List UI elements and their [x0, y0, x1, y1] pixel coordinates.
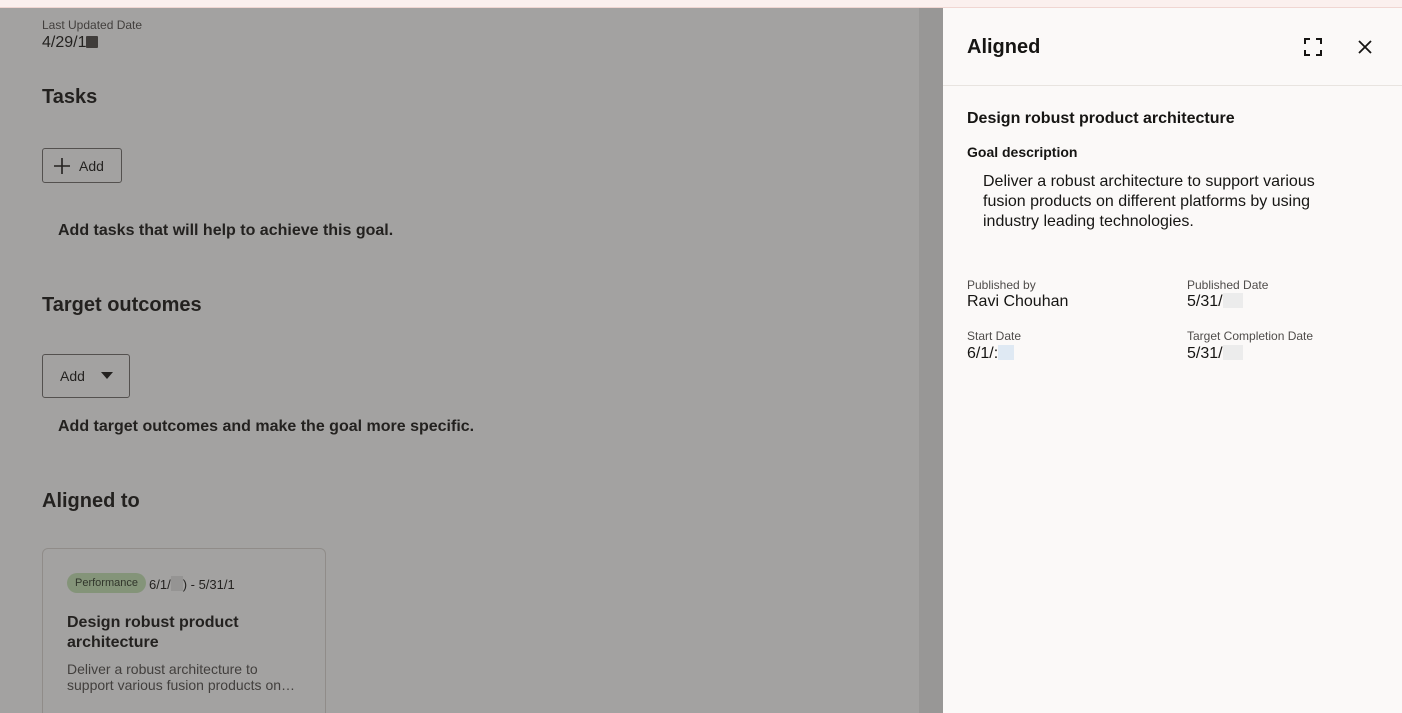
close-icon [1358, 40, 1372, 54]
published-date-label: Published Date [1187, 278, 1269, 292]
target-completion-date-label: Target Completion Date [1187, 329, 1314, 343]
published-by-label: Published by [967, 278, 1036, 292]
overlay-shadow [919, 8, 943, 713]
expand-icon [1304, 38, 1322, 56]
start-date-label: Start Date [967, 329, 1022, 343]
modal-overlay[interactable] [0, 8, 943, 713]
top-strip [0, 0, 1402, 8]
aligned-drawer: Aligned Design robust product architectu… [943, 8, 1402, 713]
goal-description-label: Goal description [967, 144, 1078, 160]
drawer-header: Aligned [943, 8, 1402, 86]
goal-title: Design robust product architecture [967, 110, 1235, 127]
redacted-mask [998, 345, 1015, 360]
target-completion-date-value: 5/31/ [1187, 345, 1243, 363]
published-by-value: Ravi Chouhan [967, 293, 1069, 310]
published-date-value: 5/31/ [1187, 293, 1243, 311]
close-button[interactable] [1349, 31, 1381, 63]
redacted-mask [1222, 293, 1243, 308]
expand-button[interactable] [1297, 31, 1329, 63]
goal-description: Deliver a robust architecture to support… [983, 173, 1315, 230]
drawer-title: Aligned [967, 36, 1041, 58]
redacted-mask [1222, 345, 1243, 360]
start-date-value: 6/1/: [967, 345, 1015, 363]
